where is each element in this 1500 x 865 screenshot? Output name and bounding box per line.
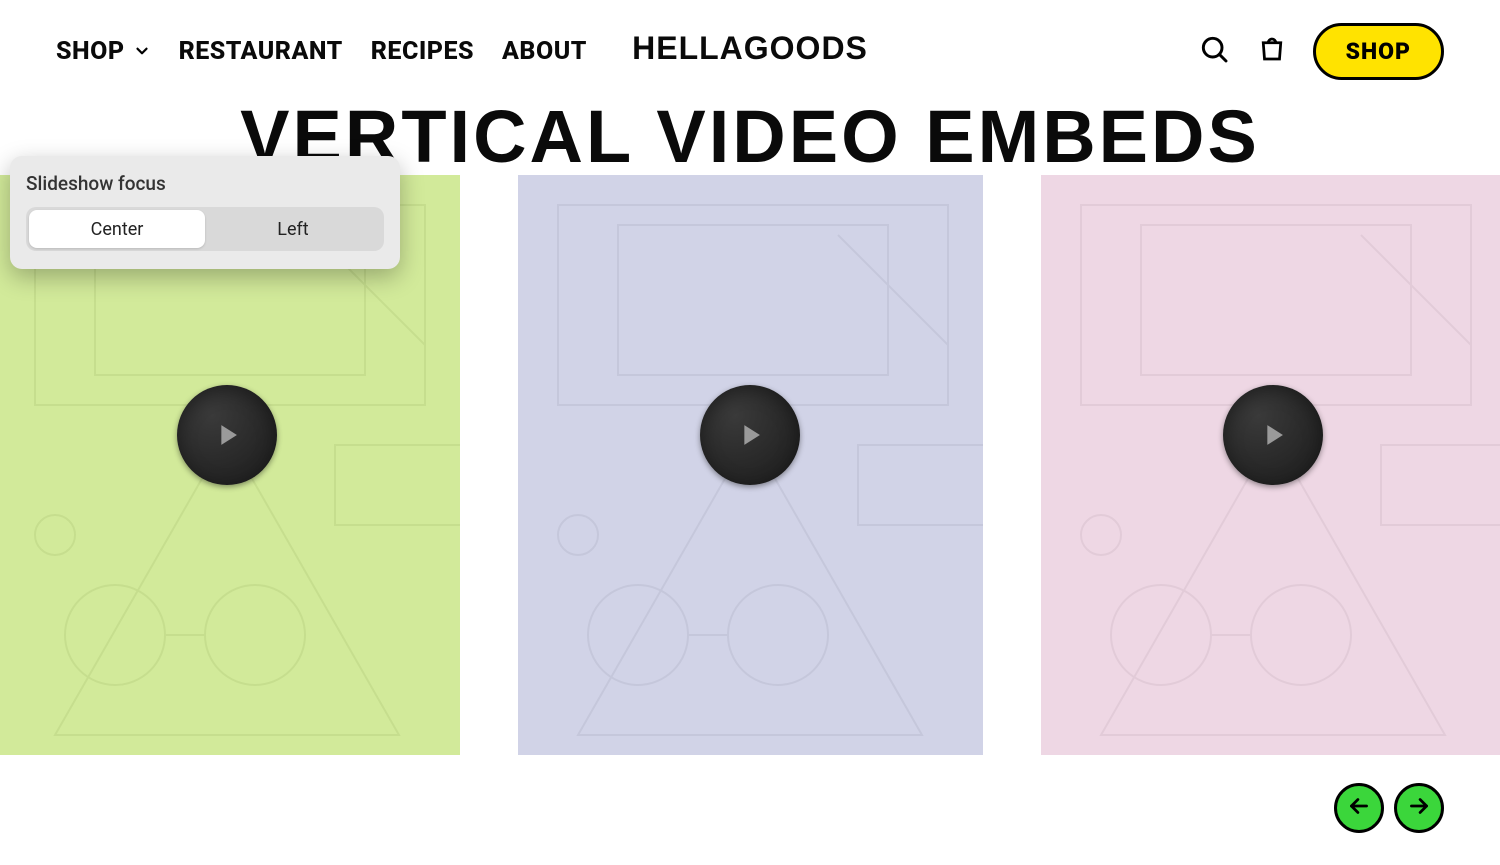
search-icon [1198,33,1230,69]
play-icon [210,418,244,452]
nav-item-about[interactable]: ABOUT [502,37,587,66]
shopping-bag-icon [1257,34,1287,68]
nav-item-recipes[interactable]: RECIPES [371,37,474,66]
primary-nav: SHOP RESTAURANT RECIPES ABOUT [56,37,587,66]
carousel-nav [1334,783,1444,833]
brand-logo[interactable]: HELLAGOODS [632,30,868,67]
carousel-next-button[interactable] [1394,783,1444,833]
arrow-left-icon [1346,793,1372,823]
video-slide[interactable] [518,175,983,755]
search-button[interactable] [1197,34,1231,68]
play-button[interactable] [700,385,800,485]
slideshow-focus-popover: Slideshow focus Center Left [10,156,400,269]
video-slide[interactable] [1041,175,1500,755]
carousel-prev-button[interactable] [1334,783,1384,833]
shop-button[interactable]: SHOP [1313,23,1444,80]
play-icon [733,418,767,452]
segment-left[interactable]: Left [205,210,381,248]
play-button[interactable] [1223,385,1323,485]
nav-label: RESTAURANT [179,37,343,66]
nav-label: ABOUT [502,37,587,66]
shop-button-label: SHOP [1346,38,1411,65]
segment-center[interactable]: Center [29,210,205,248]
header-utilities: SHOP [1197,23,1444,80]
cart-button[interactable] [1255,34,1289,68]
nav-item-shop[interactable]: SHOP [56,37,151,66]
segment-label: Left [277,219,308,240]
chevron-down-icon [133,42,151,60]
nav-label: RECIPES [371,37,474,66]
play-icon [1256,418,1290,452]
nav-label: SHOP [56,37,125,66]
popover-title: Slideshow focus [26,172,384,195]
nav-item-restaurant[interactable]: RESTAURANT [179,37,343,66]
segment-label: Center [91,219,144,240]
site-header: SHOP RESTAURANT RECIPES ABOUT HELLAGOODS [0,0,1500,96]
play-button[interactable] [177,385,277,485]
slideshow-focus-segmented: Center Left [26,207,384,251]
arrow-right-icon [1406,793,1432,823]
